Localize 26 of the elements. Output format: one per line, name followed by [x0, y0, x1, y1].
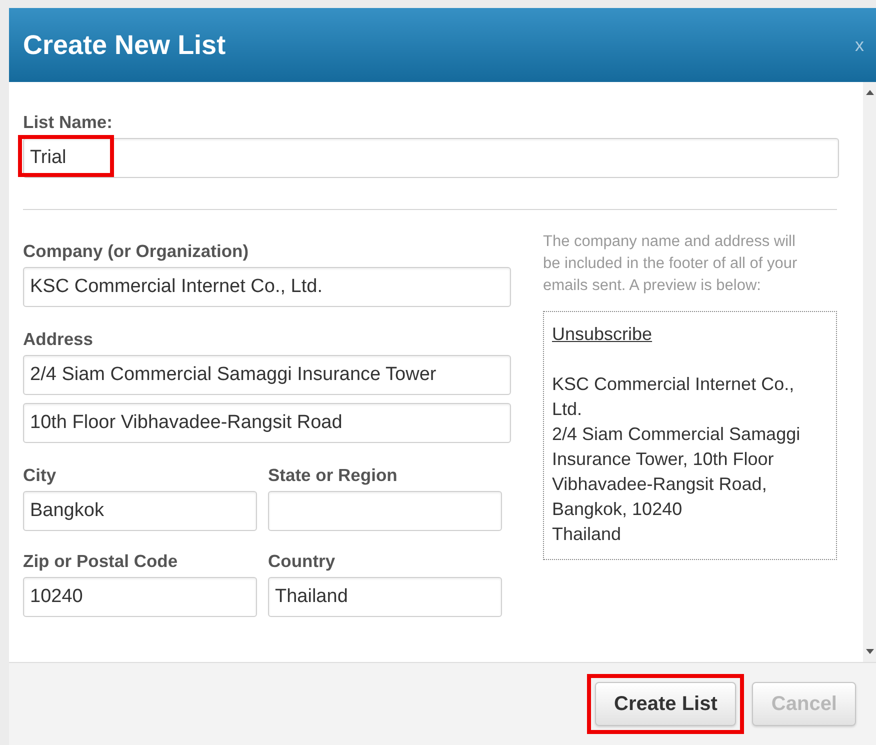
- preview-text: Thailand: [552, 523, 622, 546]
- field-label: State or Region: [268, 465, 398, 486]
- address-field[interactable]: 2/4 Siam Commercial Samaggi Insurance Tower: [23, 355, 511, 395]
- field-label: Address: [23, 329, 94, 350]
- dialog-button[interactable]: Create List: [595, 682, 736, 726]
- text-field[interactable]: Bangkok: [23, 491, 257, 531]
- scrollbar[interactable]: [863, 82, 876, 662]
- dialog-title: Create New List: [23, 30, 226, 60]
- scroll-down-icon[interactable]: [866, 649, 874, 654]
- field-label: City: [23, 465, 58, 486]
- field-label: Company (or Organization): [23, 241, 250, 262]
- field-label: Zip or Postal Code: [23, 551, 179, 572]
- preview-note: The company name and address will be included in the footer of all of your emails sent. A preview is below:: [543, 232, 798, 296]
- field-label: List Name:: [23, 112, 114, 133]
- preview-text: Bangkok, 10240: [552, 498, 684, 521]
- list-name-field[interactable]: Trial: [23, 138, 839, 178]
- address-field[interactable]: 10th Floor Vibhavadee-Rangsit Road: [23, 403, 511, 443]
- preview-text: KSC Commercial Internet Co., Ltd.: [552, 373, 796, 421]
- scroll-up-icon[interactable]: [866, 90, 874, 95]
- unsubscribe-link[interactable]: Unsubscribe: [552, 324, 652, 344]
- text-field[interactable]: [268, 491, 502, 531]
- preview-text: 2/4 Siam Commercial Samaggi Insurance Tower, 10th Floor Vibhavadee-Rangsit Road,: [552, 423, 802, 496]
- text-field[interactable]: 10240: [23, 577, 257, 617]
- company-field[interactable]: KSC Commercial Internet Co., Ltd.: [23, 267, 511, 307]
- text-field[interactable]: Thailand: [268, 577, 502, 617]
- field-label: Country: [268, 551, 336, 572]
